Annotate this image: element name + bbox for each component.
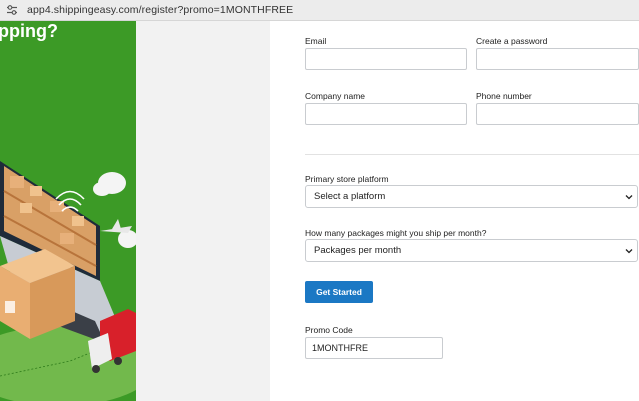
chevron-down-icon: [625, 195, 633, 200]
url-text[interactable]: app4.shippingeasy.com/register?promo=1MO…: [27, 4, 293, 16]
phone-label: Phone number: [476, 91, 532, 101]
company-label: Company name: [305, 91, 366, 101]
company-field[interactable]: [305, 103, 467, 125]
packages-label: How many packages might you ship per mon…: [305, 228, 487, 238]
browser-address-bar[interactable]: app4.shippingeasy.com/register?promo=1MO…: [0, 0, 639, 21]
platform-select[interactable]: Select a platform: [305, 185, 638, 208]
promo-code-value: 1MONTHFRE: [312, 343, 368, 353]
platform-label: Primary store platform: [305, 174, 389, 184]
packages-select-value: Packages per month: [314, 245, 402, 256]
packages-select[interactable]: Packages per month: [305, 239, 638, 262]
email-label: Email: [305, 36, 327, 46]
chevron-down-icon: [625, 249, 633, 254]
promo-code-field[interactable]: 1MONTHFRE: [305, 337, 443, 359]
hero-panel: pping?: [0, 21, 136, 401]
hero-title: pping?: [0, 21, 58, 41]
shipping-illustration: [0, 161, 136, 401]
content-gutter: [136, 21, 270, 401]
platform-select-value: Select a platform: [314, 191, 386, 202]
password-label: Create a password: [476, 36, 548, 46]
promo-label: Promo Code: [305, 325, 353, 335]
email-field[interactable]: [305, 48, 467, 70]
phone-field[interactable]: [476, 103, 639, 125]
registration-form: Email Create a password Company name Pho…: [270, 21, 639, 401]
site-settings-icon[interactable]: [6, 4, 18, 16]
form-divider: [305, 154, 639, 155]
password-field[interactable]: [476, 48, 639, 70]
get-started-button[interactable]: Get Started: [305, 281, 373, 303]
